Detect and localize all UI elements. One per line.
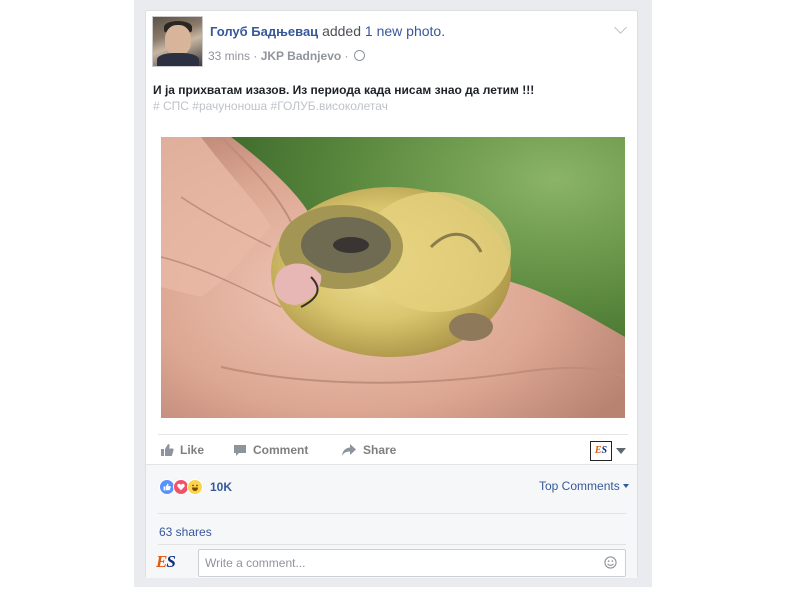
post-photo[interactable]	[161, 137, 625, 418]
comment-label: Comment	[253, 443, 309, 457]
comment-input[interactable]	[199, 550, 601, 576]
post-location-link[interactable]: JKP Badnjevo	[261, 49, 341, 63]
post-action-bar: Like Comment Share ES	[158, 434, 628, 465]
top-comments-label: Top Comments	[539, 479, 620, 493]
share-button[interactable]: Share	[341, 443, 396, 457]
caret-down-icon	[622, 484, 629, 488]
share-arrow-icon	[342, 444, 356, 456]
haha-reaction-icon	[187, 479, 203, 495]
emoji-icon[interactable]	[604, 556, 617, 569]
author-avatar[interactable]	[152, 16, 203, 67]
avatar-letter-s: S	[166, 552, 176, 571]
author-name-link[interactable]: Голуб Бадњевац	[210, 24, 318, 39]
post-hashtags[interactable]: # СПС #рачуноноша #ГОЛУБ.високолетач	[153, 99, 388, 113]
action-text: added	[322, 23, 362, 39]
chevron-down-icon[interactable]	[614, 21, 627, 34]
meta-separator-2: ·	[344, 49, 349, 63]
post-footer: 10K Top Comments 63 shares ES	[146, 464, 637, 578]
post-timestamp[interactable]: 33 mins	[208, 49, 250, 63]
thumbs-up-icon	[161, 444, 174, 456]
commenter-avatar: ES	[156, 550, 188, 574]
shares-count-link[interactable]: 63 shares	[159, 525, 212, 539]
divider	[158, 513, 626, 514]
post-meta: 33 mins · JKP Badnjevo ·	[208, 49, 365, 63]
globe-icon	[353, 50, 365, 61]
comment-button[interactable]: Comment	[233, 443, 308, 457]
feed-post: Голуб Бадњевац added 1 new photo. 33 min…	[145, 10, 638, 578]
post-header: Голуб Бадњевац added 1 new photo.	[210, 23, 445, 39]
badge-letter-e: E	[594, 445, 602, 456]
page-selector-badge[interactable]: ES	[590, 441, 612, 461]
like-label: Like	[180, 443, 205, 457]
reactions-summary[interactable]: 10K	[159, 479, 232, 495]
badge-letter-s: S	[601, 445, 608, 456]
share-label: Share	[363, 443, 397, 457]
avatar-letter-e: E	[156, 552, 167, 571]
like-button[interactable]: Like	[160, 443, 204, 457]
divider	[158, 544, 626, 545]
comment-icon	[234, 445, 246, 456]
top-comments-dropdown[interactable]: Top Comments	[539, 479, 629, 493]
meta-separator: ·	[253, 49, 258, 63]
caret-down-icon[interactable]	[616, 448, 626, 454]
baby-pigeon-in-hand-photo	[161, 137, 625, 418]
comment-box	[198, 549, 626, 577]
reaction-count[interactable]: 10K	[210, 480, 232, 494]
new-photo-link[interactable]: 1 new photo.	[365, 23, 445, 39]
post-text: И ја прихватам изазов. Из периода када н…	[153, 83, 535, 97]
